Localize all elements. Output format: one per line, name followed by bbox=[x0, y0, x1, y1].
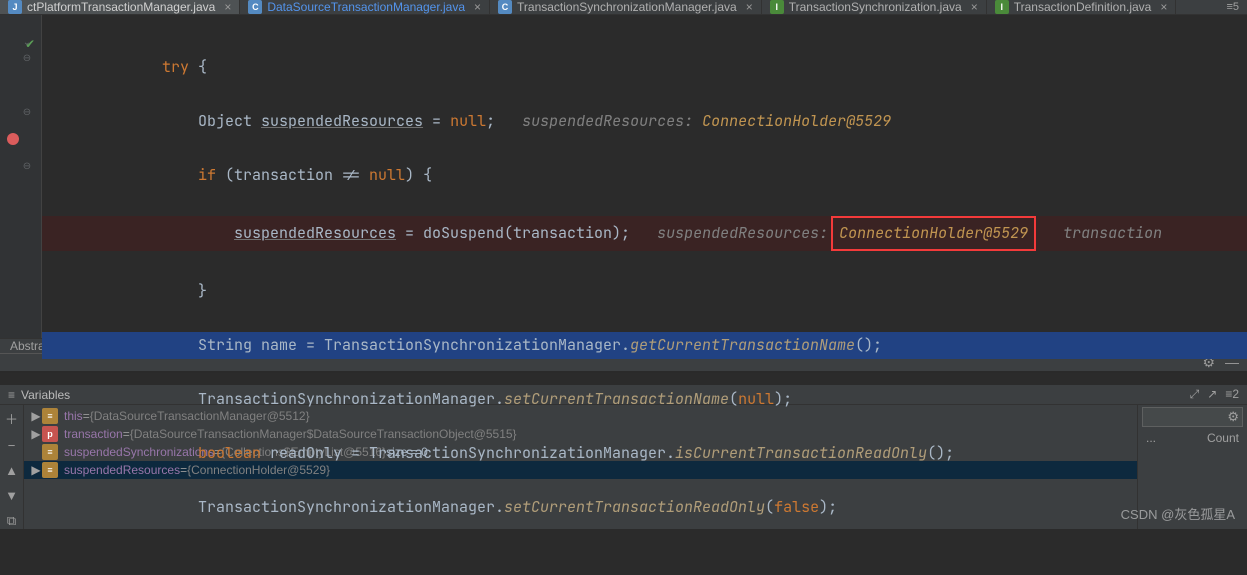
tree-expand-icon[interactable]: ▶ bbox=[30, 409, 42, 423]
tab-label: TransactionSynchronizationManager.java bbox=[517, 0, 737, 14]
tab-file-2[interactable]: C TransactionSynchronizationManager.java… bbox=[490, 0, 762, 14]
close-icon[interactable]: × bbox=[474, 0, 481, 14]
tabs-overflow[interactable]: ≡5 bbox=[1218, 0, 1247, 14]
java-interface-icon: I bbox=[995, 0, 1009, 14]
code-content[interactable]: try { Object suspendedResources = null; … bbox=[42, 15, 1247, 338]
tab-file-3[interactable]: I TransactionSynchronization.java × bbox=[762, 0, 987, 14]
java-class-icon: C bbox=[498, 0, 512, 14]
tree-expand-icon[interactable]: ▶ bbox=[30, 427, 42, 441]
inline-hint-label: suspendedResources: bbox=[522, 111, 693, 131]
inline-hint-value: ConnectionHolder@5529 bbox=[702, 111, 891, 131]
close-icon[interactable]: × bbox=[1160, 0, 1167, 14]
tree-expand-icon[interactable]: ▶ bbox=[30, 463, 42, 477]
inline-hint-label: suspendedResources: bbox=[657, 223, 828, 243]
debug-highlight-box: ConnectionHolder@5529 bbox=[831, 216, 1036, 251]
up-icon[interactable]: ▲ bbox=[5, 463, 18, 478]
remove-icon[interactable]: − bbox=[8, 438, 16, 453]
close-icon[interactable]: × bbox=[971, 0, 978, 14]
java-class-icon: J bbox=[8, 0, 22, 14]
breakpoint-icon[interactable] bbox=[7, 133, 19, 145]
fold-icon[interactable]: ⊖ bbox=[20, 51, 34, 65]
keyword: try bbox=[162, 57, 189, 77]
tab-file-4[interactable]: I TransactionDefinition.java × bbox=[987, 0, 1177, 14]
variables-toolbar: ＋ − ▲ ▼ ⧉ bbox=[0, 405, 24, 529]
down-icon[interactable]: ▼ bbox=[5, 488, 18, 503]
gutter[interactable]: ✔ ⌄ ⊖ ⊖ ⊖ bbox=[0, 15, 42, 338]
editor-tabs: J ctPlatformTransactionManager.java × C … bbox=[0, 0, 1247, 15]
fold-icon[interactable]: ⊖ bbox=[20, 105, 34, 119]
java-class-icon: C bbox=[248, 0, 262, 14]
fold-icon[interactable]: ⊖ bbox=[20, 159, 34, 173]
fold-icon[interactable]: ⌄ bbox=[20, 35, 34, 49]
editor-area: ✔ ⌄ ⊖ ⊖ ⊖ try { Object suspendedResource… bbox=[0, 15, 1247, 338]
current-execution-line: String name = TransactionSynchronization… bbox=[42, 332, 1247, 359]
identifier: suspendedResources bbox=[261, 111, 423, 131]
copy-icon[interactable]: ⧉ bbox=[7, 513, 16, 529]
tab-label: ctPlatformTransactionManager.java bbox=[27, 0, 215, 14]
close-icon[interactable]: × bbox=[224, 0, 231, 14]
variables-icon: ≡ bbox=[8, 388, 15, 402]
close-icon[interactable]: × bbox=[746, 0, 753, 14]
add-icon[interactable]: ＋ bbox=[5, 409, 18, 428]
tab-label: TransactionDefinition.java bbox=[1014, 0, 1152, 14]
tab-label: TransactionSynchronization.java bbox=[789, 0, 962, 14]
java-interface-icon: I bbox=[770, 0, 784, 14]
tab-file-1[interactable]: C DataSourceTransactionManager.java × bbox=[240, 0, 490, 14]
tab-file-0[interactable]: J ctPlatformTransactionManager.java × bbox=[0, 0, 240, 14]
tab-label: DataSourceTransactionManager.java bbox=[267, 0, 465, 14]
